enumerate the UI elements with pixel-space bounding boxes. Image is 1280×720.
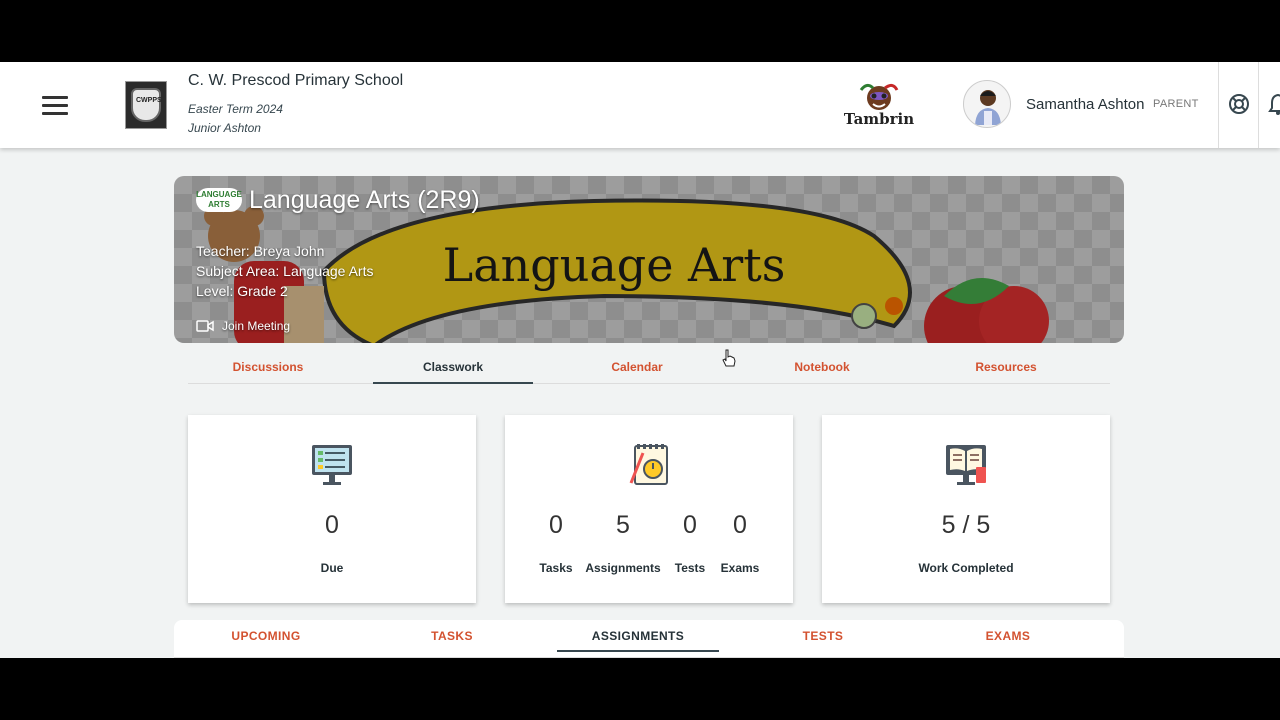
bell-icon[interactable]: [1268, 92, 1280, 116]
help-lifebuoy-icon[interactable]: [1228, 93, 1250, 115]
header-divider: [1258, 62, 1259, 148]
subtab-tests[interactable]: TESTS: [742, 620, 904, 652]
exams-label: Exams: [720, 561, 760, 575]
assignments-value: 5: [616, 511, 630, 539]
tests-value: 0: [683, 511, 697, 539]
completed-value: 5 / 5: [941, 511, 991, 539]
header-divider: [1218, 62, 1219, 148]
due-value: 0: [325, 511, 339, 539]
work-completed-card[interactable]: 5 / 5 Work Completed: [822, 415, 1110, 603]
due-card[interactable]: 0 Due: [188, 415, 476, 603]
letterbox-bottom: [0, 658, 1280, 720]
school-logo: CWPPS: [125, 81, 167, 129]
school-name: C. W. Prescod Primary School: [188, 72, 404, 89]
completed-label: Work Completed: [918, 561, 1014, 575]
tab-notebook[interactable]: Notebook: [742, 352, 902, 384]
top-header: CWPPS C. W. Prescod Primary School Easte…: [0, 62, 1280, 148]
course-banner: Language Arts LANGUAGE ARTS Language Art…: [174, 176, 1124, 343]
tasks-value: 0: [549, 511, 563, 539]
tests-label: Tests: [674, 561, 706, 575]
hand-pointer-icon: [722, 349, 736, 367]
assignments-label: Assignments: [585, 561, 661, 575]
tab-discussions[interactable]: Discussions: [188, 352, 348, 384]
app-container: CWPPS C. W. Prescod Primary School Easte…: [0, 62, 1280, 658]
due-label: Due: [320, 561, 344, 575]
term-label: Easter Term 2024: [188, 102, 283, 116]
join-meeting-label: Join Meeting: [222, 319, 291, 333]
tab-classwork[interactable]: Classwork: [373, 352, 533, 384]
course-title: Language Arts (2R9): [249, 186, 480, 214]
subtab-exams[interactable]: EXAMS: [927, 620, 1089, 652]
tambrin-logo-text: Tambrin: [844, 110, 914, 128]
student-name: Junior Ashton: [188, 121, 261, 135]
tasks-label: Tasks: [539, 561, 573, 575]
tab-resources[interactable]: Resources: [926, 352, 1086, 384]
checklist-monitor-icon: [312, 445, 352, 485]
classwork-subtabs: UPCOMING TASKS ASSIGNMENTS TESTS EXAMS: [174, 620, 1124, 658]
course-tabs: Discussions Classwork Calendar Notebook …: [188, 352, 1110, 384]
user-role: PARENT: [1153, 98, 1199, 110]
subtab-tasks[interactable]: TASKS: [371, 620, 533, 652]
open-book-icon: [946, 445, 986, 485]
course-teacher: Teacher: Breya John: [196, 243, 325, 259]
subtab-upcoming[interactable]: UPCOMING: [185, 620, 347, 652]
video-camera-icon: [196, 320, 214, 332]
course-badge: LANGUAGE ARTS: [196, 188, 242, 212]
avatar[interactable]: [963, 80, 1011, 128]
tambrin-logo: Tambrin: [844, 83, 914, 128]
letterbox-top: [0, 0, 1280, 62]
course-subject-area: Subject Area: Language Arts: [196, 263, 374, 279]
menu-icon[interactable]: [42, 96, 68, 116]
tab-calendar[interactable]: Calendar: [557, 352, 717, 384]
join-meeting-button[interactable]: Join Meeting: [196, 319, 290, 333]
work-counts-card[interactable]: 0 Tasks 5 Assignments 0 Tests 0 Exams: [505, 415, 793, 603]
exams-value: 0: [733, 511, 747, 539]
subtab-assignments[interactable]: ASSIGNMENTS: [557, 620, 719, 652]
course-level: Level: Grade 2: [196, 283, 288, 299]
notepad-stopwatch-icon: [629, 444, 668, 485]
user-name[interactable]: Samantha Ashton: [1026, 96, 1144, 113]
